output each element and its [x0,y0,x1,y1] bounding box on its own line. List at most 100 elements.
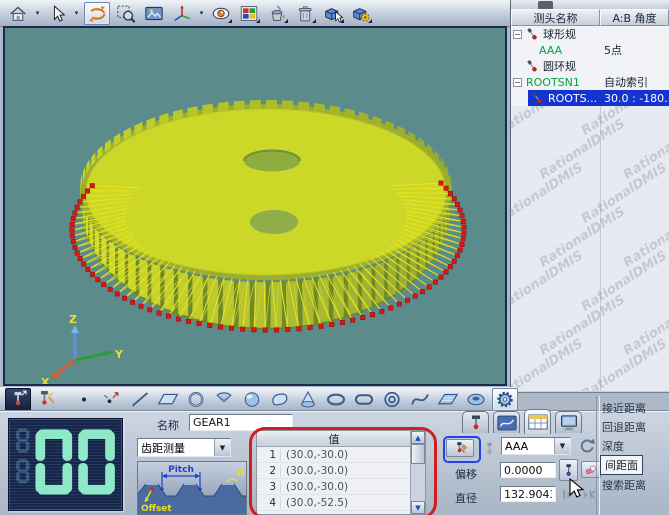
scroll-thumb[interactable] [411,444,425,464]
watermark-text: RationalDMIS [511,106,586,139]
home-icon [7,4,29,23]
ellipse-button[interactable] [324,389,348,410]
home-dropdown-arrow-icon[interactable]: ▾ [34,9,41,17]
tree-row-5[interactable]: ROOTS...30.0 : -180... [511,90,669,106]
circle-icon [185,390,207,409]
home-button[interactable] [6,3,30,24]
zoom-region-button[interactable] [114,3,138,24]
3d-viewport[interactable]: ZYX [3,26,507,386]
search-distance-label: 搜索距离 [602,477,646,493]
view-orbit-button[interactable] [209,3,233,24]
tab-table-icon [528,414,548,430]
probe-tree-rows: −球形规 AAA 5点圆环规−ROOTSN1自动索引ROOTS...30.0 : -… [511,26,669,106]
arc-fan-icon [213,390,235,409]
element-settings-button[interactable] [349,3,373,24]
value-table-row[interactable]: 5(30.0,-52.5) [257,511,411,515]
tab-probe[interactable] [462,411,489,433]
scroll-down-button[interactable]: ▼ [411,501,425,514]
dropdown-arrow-icon[interactable]: ▼ [554,438,570,454]
render-mode-icon [143,4,165,23]
scroll-up-button[interactable]: ▲ [411,431,425,444]
measure-mode-dropdown[interactable]: 齿距测量 ▼ [137,438,231,457]
tree-header-ab-angle[interactable]: A:B 角度 [600,9,669,26]
construct-point-button[interactable] [100,389,124,410]
concentric-circles-icon [381,390,403,409]
row-value: (30.0,-30.0) [281,481,348,493]
tree-header-probe-name[interactable]: 测头名称 [511,9,600,26]
tree-expander-icon[interactable]: − [513,78,522,87]
sphere-button[interactable] [240,389,264,410]
value-table-scrollbar[interactable]: ▲ ▼ [410,431,425,514]
probe-select-dropdown[interactable]: AAA ▼ [501,437,571,455]
value-table-row[interactable]: 1(30.0,-30.0) [257,447,411,463]
rotate-view-button[interactable] [84,2,110,25]
line-button[interactable] [128,389,152,410]
probe-config-button[interactable] [35,389,59,410]
feature-toolbar [0,387,515,412]
value-table-row[interactable]: 2(30.0,-30.0) [257,463,411,479]
tab-monitor[interactable] [555,411,582,433]
value-table-row[interactable]: 3(30.0,-30.0) [257,479,411,495]
diameter-input[interactable] [500,486,556,502]
slot-button[interactable] [352,389,376,410]
tree-item-value: 30.0 : -180... [604,92,669,105]
delete-trash-button[interactable] [293,3,317,24]
view-orbit-icon [210,4,232,23]
gear-button[interactable] [492,388,518,411]
curve-button[interactable] [408,389,432,410]
run-probe-icon[interactable] [559,486,577,504]
pitch-diagram: Pitch D Offset [137,461,247,515]
point-button[interactable] [72,389,96,410]
pick-element-button[interactable] [321,3,345,24]
row-index: 1 [257,449,281,461]
tree-row-1[interactable]: −球形规 [511,26,669,42]
value-table-row[interactable]: 4(30.0,-52.5) [257,495,411,511]
tree-row-3[interactable]: 圆环规 [511,58,669,74]
row-value: (30.0,-30.0) [281,465,348,477]
refresh-probe-button[interactable] [578,437,597,456]
tree-row-2[interactable]: AAA 5点 [511,42,669,58]
tree-row-4[interactable]: −ROOTSN1自动索引 [511,74,669,90]
select-cursor-button[interactable] [45,3,69,24]
offset-input[interactable] [500,462,556,478]
arc-fan-button[interactable] [212,389,236,410]
zoom-region-icon [115,4,137,23]
coordinate-axes-button[interactable] [170,3,194,24]
panel-top-strip [511,0,669,9]
probe-mode-button[interactable] [5,388,31,411]
probe-calibrate-button[interactable] [446,439,474,457]
tree-item-value: 自动索引 [604,74,648,90]
value-table-header[interactable]: 值 [257,431,411,447]
circle-button[interactable] [184,389,208,410]
watermark-area: RationalDMISRationalDMISRationalDMISRati… [511,106,669,391]
probe-icon [525,27,540,42]
torus-button[interactable] [464,389,488,410]
value-table-rows: 1(30.0,-30.0)2(30.0,-30.0)3(30.0,-30.0)4… [257,447,425,515]
select-cursor-dropdown-arrow-icon[interactable]: ▾ [73,9,80,17]
point-icon [73,390,95,409]
offset-label: Offset [141,504,172,514]
coordinate-axes-dropdown-arrow-icon[interactable]: ▾ [198,9,205,17]
freeform-surface-button[interactable] [268,389,292,410]
dropdown-arrow-icon[interactable]: ▼ [214,439,230,456]
probe-offset-button[interactable] [559,459,578,481]
tab-graph[interactable] [493,411,520,433]
tree-item-value: 5点 [604,42,622,58]
concentric-circles-button[interactable] [380,389,404,410]
spacing-face-button[interactable]: 间距面 [600,455,643,475]
tree-item-label: AAA [537,44,562,57]
rationaldmis-window: ▾ ▾ ▾ ZYX 测头名称 A:B 角度 −球形规 AAA 5点圆环规−ROOTSN1… [0,0,669,515]
name-input[interactable] [189,414,293,431]
tree-expander-icon[interactable]: − [513,30,522,39]
parallelogram-button[interactable] [436,389,460,410]
ellipse-icon [325,390,347,409]
plane-button[interactable] [156,389,180,410]
pick-element-icon [322,4,344,23]
rotate-view-icon [86,4,108,23]
tab-table[interactable] [524,409,551,434]
paint-fill-button[interactable] [265,3,289,24]
tab-probe-icon [466,415,486,431]
color-palette-button[interactable] [237,3,261,24]
cone-button[interactable] [296,389,320,410]
render-mode-button[interactable] [142,3,166,24]
